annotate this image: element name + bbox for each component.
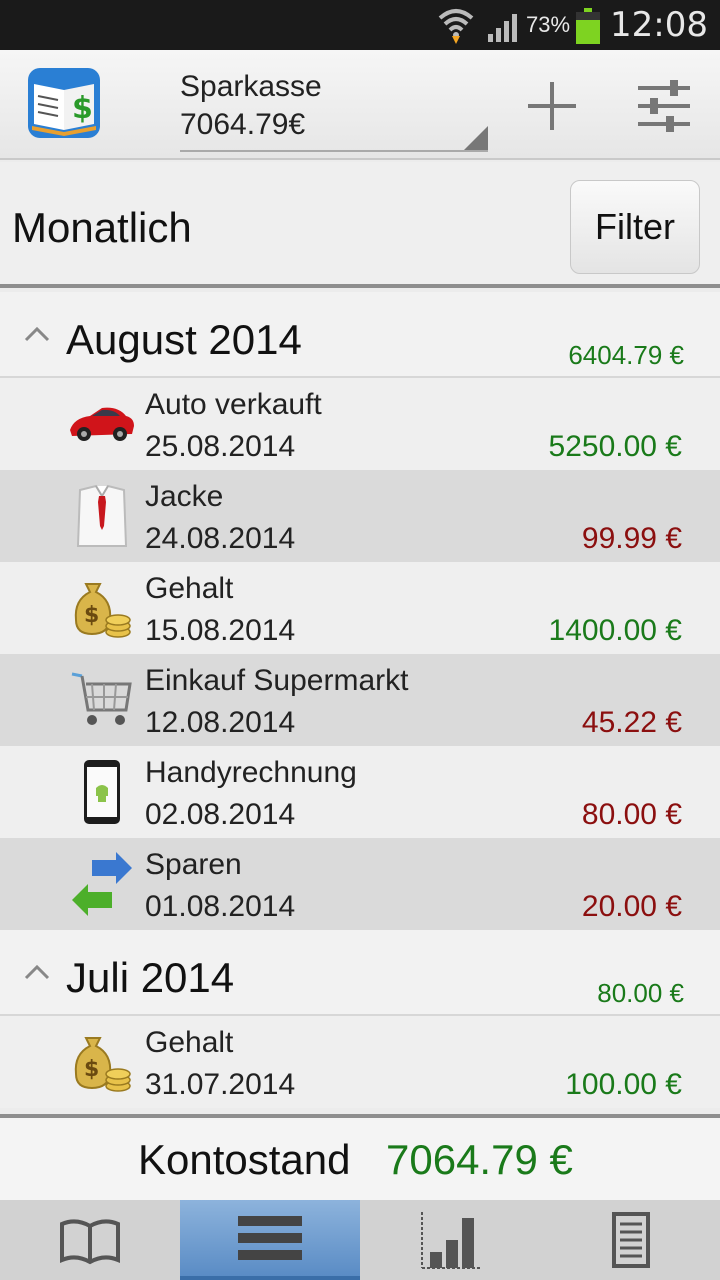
item-amount: 5250.00 € [548, 430, 682, 463]
item-name: Einkauf Supermarkt [145, 664, 409, 697]
item-date: 01.08.2014 [145, 890, 296, 923]
svg-text:$: $ [72, 91, 93, 126]
item-name: Jacke [145, 480, 224, 513]
list-item[interactable]: Handyrechnung 02.08.2014 80.00 € [0, 746, 720, 838]
book-icon [60, 1219, 120, 1265]
group-title: August 2014 [66, 316, 302, 363]
shopping-cart-icon [71, 672, 132, 725]
group-sum: 80.00 € [597, 978, 684, 1008]
item-name: Sparen [145, 848, 242, 881]
battery-percent: 73% [526, 12, 571, 37]
money-bag-icon: $ [74, 583, 131, 638]
tab-transactions[interactable] [180, 1200, 360, 1280]
bar-chart-icon [421, 1212, 480, 1269]
item-date: 24.08.2014 [145, 522, 296, 555]
filter-bar: Monatlich Filter [0, 162, 720, 288]
chevron-up-icon [24, 964, 50, 980]
action-bar: $ Sparkasse 7064.79€ [0, 50, 720, 160]
filter-button[interactable]: Filter [570, 180, 700, 274]
group-sum: 6404.79 € [568, 340, 684, 370]
list-item[interactable]: $ Gehalt 15.08.2014 1400.00 € [0, 562, 720, 654]
svg-text:$: $ [84, 603, 99, 628]
clock: 12:08 [610, 5, 708, 45]
item-amount: 100.00 € [565, 1068, 682, 1101]
item-name: Gehalt [145, 1026, 234, 1059]
list-item[interactable]: $ Gehalt 31.07.2014 100.00 € [0, 1016, 720, 1108]
list-item[interactable]: Einkauf Supermarkt 12.08.2014 45.22 € [0, 654, 720, 746]
balance-value: 7064.79 € [386, 1136, 573, 1183]
item-amount: 20.00 € [581, 890, 682, 923]
add-icon[interactable] [524, 78, 580, 134]
chevron-up-icon [24, 326, 50, 342]
wifi-icon [438, 9, 474, 44]
balance-bar: Kontostand 7064.79 € [0, 1114, 720, 1202]
money-bag-icon: $ [74, 1037, 131, 1092]
item-name: Handyrechnung [145, 756, 357, 789]
app-logo-icon[interactable]: $ [28, 68, 100, 138]
shirt-icon [76, 484, 128, 547]
smartphone-icon [84, 760, 120, 824]
tab-reports[interactable] [540, 1200, 720, 1280]
item-date: 25.08.2014 [145, 430, 296, 463]
item-name: Gehalt [145, 572, 234, 605]
group-title: Juli 2014 [66, 954, 235, 1001]
document-icon [612, 1212, 650, 1268]
item-date: 31.07.2014 [145, 1068, 296, 1101]
list-item[interactable]: Auto verkauft 25.08.2014 5250.00 € [0, 378, 720, 470]
car-icon [70, 407, 134, 441]
item-amount: 1400.00 € [548, 614, 682, 647]
sliders-icon[interactable] [636, 78, 692, 134]
signal-icon [488, 14, 517, 42]
spinner-arrow-icon [464, 126, 488, 150]
list-item[interactable]: Sparen 01.08.2014 20.00 € [0, 838, 720, 930]
group-header[interactable]: Juli 2014 80.00 € [0, 930, 720, 1016]
item-amount: 45.22 € [581, 706, 682, 739]
balance-label: Kontostand [138, 1136, 351, 1183]
status-bar: 73% 12:08 [0, 0, 720, 50]
svg-text:$: $ [84, 1057, 99, 1082]
account-name: Sparkasse [180, 70, 322, 103]
transaction-list[interactable]: August 2014 6404.79 € Auto verkauft 25.0… [0, 292, 720, 1108]
account-spinner[interactable]: Sparkasse 7064.79€ [180, 66, 488, 152]
transfer-arrows-icon [72, 852, 132, 916]
item-amount: 99.99 € [581, 522, 682, 555]
item-amount: 80.00 € [581, 798, 682, 831]
list-item[interactable]: Jacke 24.08.2014 99.99 € [0, 470, 720, 562]
list-icon [238, 1216, 302, 1260]
account-balance: 7064.79€ [180, 108, 306, 141]
item-name: Auto verkauft [145, 388, 322, 421]
item-date: 02.08.2014 [145, 798, 296, 831]
item-date: 15.08.2014 [145, 614, 296, 647]
period-title: Monatlich [12, 204, 192, 251]
group-header[interactable]: August 2014 6404.79 € [0, 292, 720, 378]
tab-statistics[interactable] [360, 1200, 540, 1280]
item-date: 12.08.2014 [145, 706, 296, 739]
tab-accounts[interactable] [0, 1200, 180, 1280]
battery-icon [576, 8, 600, 44]
bottom-tab-bar [0, 1200, 720, 1280]
